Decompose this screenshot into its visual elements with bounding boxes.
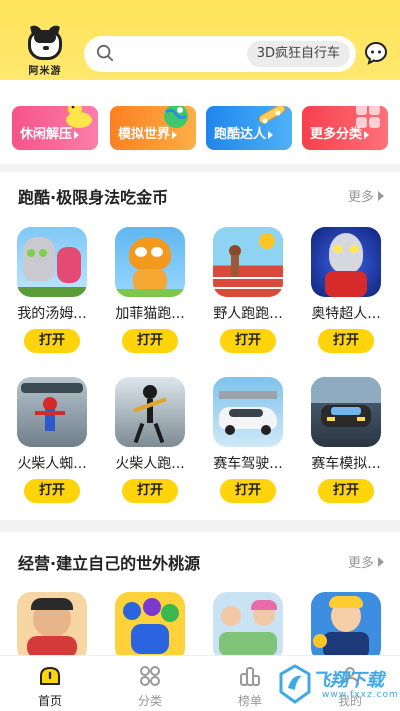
nav-category-label: 分类 — [137, 694, 162, 708]
game-icon-ultraman[interactable] — [311, 227, 381, 297]
ranking-icon — [240, 667, 260, 686]
category-parkour[interactable]: 跑酷达人 — [206, 106, 292, 150]
game-name: 我的汤姆... — [17, 306, 87, 322]
app-header: 阿米游 3D疯狂自行车 — [0, 0, 400, 80]
section-title: 跑酷·极限身法吃金币 — [18, 188, 169, 207]
home-icon — [40, 667, 60, 685]
nav-home-label: 首页 — [37, 694, 62, 708]
open-button[interactable]: 打开 — [24, 479, 80, 503]
section-title: 经营·建立自己的世外桃源 — [18, 554, 201, 573]
game-name: 火柴人蜘... — [17, 456, 87, 472]
game-icon-town-life[interactable] — [213, 592, 283, 656]
open-button[interactable]: 打开 — [24, 329, 80, 353]
game-card[interactable]: 加菲猫跑... 打开 — [110, 227, 190, 353]
open-button[interactable]: 打开 — [318, 329, 374, 353]
game-icon-food-shop[interactable] — [17, 592, 87, 656]
game-name: 火柴人跑... — [115, 456, 185, 472]
game-name: 赛车驾驶... — [213, 456, 283, 472]
section-more-link[interactable]: 更多 — [348, 186, 384, 205]
category-casual-label: 休闲解压 — [20, 127, 73, 142]
open-button[interactable]: 打开 — [220, 329, 276, 353]
app-logo[interactable]: 阿米游 — [26, 30, 64, 77]
game-card[interactable] — [110, 592, 190, 656]
watermark-subtext: www.fxxz.com — [322, 690, 399, 700]
nav-ranking[interactable]: 榜单 — [220, 664, 280, 709]
game-icon-car-simulator[interactable] — [311, 377, 381, 447]
chevron-right-icon — [378, 557, 384, 567]
game-icon-tom[interactable] — [17, 227, 87, 297]
game-card[interactable] — [208, 592, 288, 656]
game-name: 加菲猫跑... — [115, 306, 185, 322]
game-name: 赛车模拟... — [311, 456, 381, 472]
game-card[interactable] — [306, 592, 386, 656]
category-casual[interactable]: 休闲解压 — [12, 106, 98, 150]
section-more-link[interactable]: 更多 — [348, 552, 384, 571]
search-bar[interactable]: 3D疯狂自行车 — [84, 36, 356, 72]
game-icon-crowd[interactable] — [115, 592, 185, 656]
search-icon — [96, 44, 114, 62]
game-icon-stickman-spider[interactable] — [17, 377, 87, 447]
game-icon-garfield[interactable] — [115, 227, 185, 297]
search-suggestion-chip[interactable]: 3D疯狂自行车 — [246, 41, 350, 67]
open-button[interactable]: 打开 — [122, 329, 178, 353]
open-button[interactable]: 打开 — [122, 479, 178, 503]
watermark-logo-icon — [279, 664, 311, 704]
logo-text: 阿米游 — [28, 66, 62, 77]
nav-ranking-label: 榜单 — [237, 694, 262, 708]
game-icon-savage-run[interactable] — [213, 227, 283, 297]
open-button[interactable]: 打开 — [318, 479, 374, 503]
message-icon[interactable] — [364, 41, 388, 65]
category-bar: 休闲解压 模拟世界 跑酷达人 更多分类 — [0, 80, 400, 164]
category-parkour-label: 跑酷达人 — [214, 127, 267, 142]
game-card[interactable]: 野人跑跑... 打开 — [208, 227, 288, 353]
game-card[interactable]: 火柴人蜘... 打开 — [12, 377, 92, 503]
game-card[interactable]: 我的汤姆... 打开 — [12, 227, 92, 353]
game-icon-stickman-run[interactable] — [115, 377, 185, 447]
chevron-right-icon — [378, 191, 384, 201]
game-card[interactable]: 火柴人跑... 打开 — [110, 377, 190, 503]
game-icon-tycoon[interactable] — [311, 592, 381, 656]
game-name: 奥特超人... — [311, 306, 381, 322]
game-icon-car-driving[interactable] — [213, 377, 283, 447]
game-card[interactable] — [12, 592, 92, 656]
category-simulation-label: 模拟世界 — [118, 127, 171, 142]
game-name: 野人跑跑... — [213, 306, 283, 322]
nav-home[interactable]: 首页 — [20, 664, 80, 709]
nav-category[interactable]: 分类 — [120, 664, 180, 709]
category-simulation[interactable]: 模拟世界 — [110, 106, 196, 150]
category-more[interactable]: 更多分类 — [302, 106, 388, 150]
game-card[interactable]: 赛车驾驶... 打开 — [208, 377, 288, 503]
game-card[interactable]: 奥特超人... 打开 — [306, 227, 386, 353]
category-icon — [140, 666, 160, 686]
dog-logo-icon — [28, 30, 62, 60]
category-more-label: 更多分类 — [310, 127, 363, 142]
watermark-text: 飞翔下载 — [312, 670, 384, 691]
game-card[interactable]: 赛车模拟... 打开 — [306, 377, 386, 503]
section-parkour: 跑酷·极限身法吃金币 更多 我的汤姆... 打开 加菲猫跑... 打开 野人跑跑… — [0, 172, 400, 520]
watermark: 飞翔下载 www.fxxz.com — [276, 662, 398, 708]
open-button[interactable]: 打开 — [220, 479, 276, 503]
section-management: 经营·建立自己的世外桃源 更多 — [0, 532, 400, 656]
